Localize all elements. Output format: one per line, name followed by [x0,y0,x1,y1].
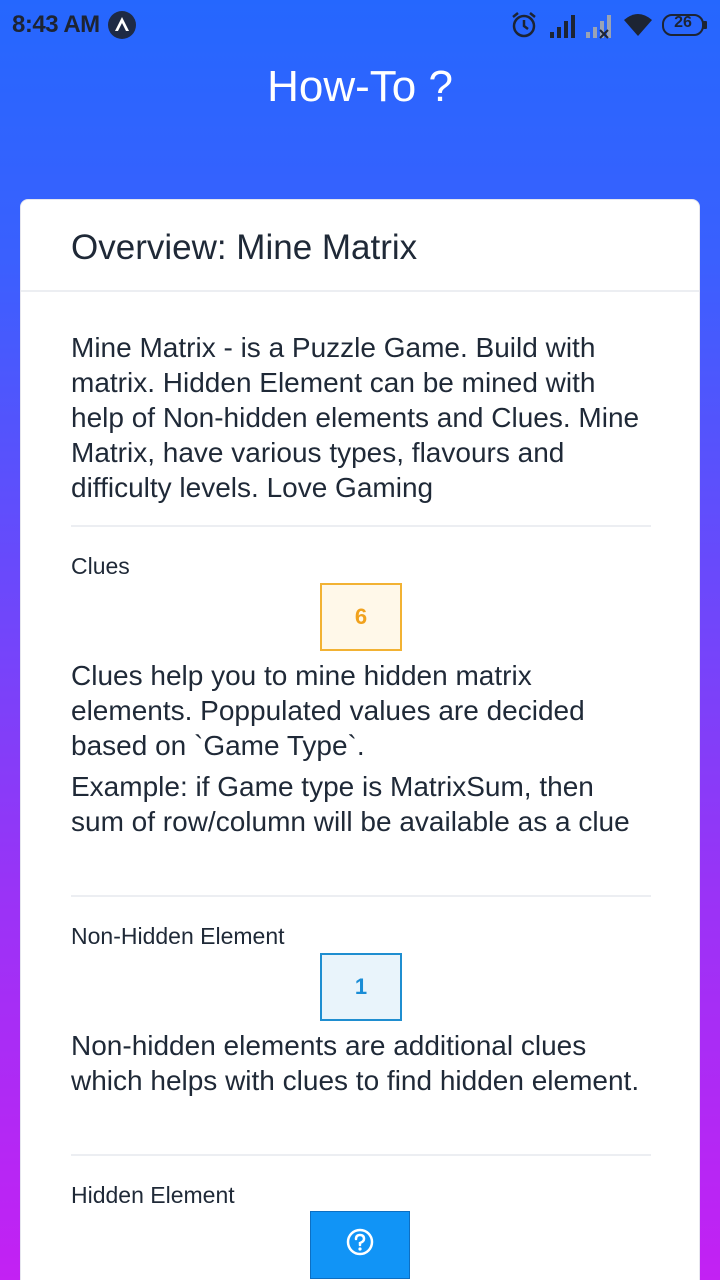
app-notification-icon [108,11,136,39]
question-circle-icon [345,1227,375,1263]
wifi-icon [622,10,654,47]
battery-icon: 26 [662,13,708,44]
hidden-cell[interactable] [310,1211,410,1279]
status-bar: 8:43 AM 26 [0,0,720,50]
section-title-clues: Clues [71,553,130,579]
divider [71,895,651,897]
section-title-non-hidden: Non-Hidden Element [71,923,285,949]
section-title-hidden: Hidden Element [71,1182,235,1208]
card-title: Overview: Mine Matrix [21,200,699,292]
clue-cell: 6 [320,583,402,651]
divider [71,1154,651,1156]
signal-icon [548,10,578,47]
status-time: 8:43 AM [12,11,100,38]
alarm-icon [510,10,538,47]
clues-description: Clues help you to mine hidden matrix ele… [71,660,585,761]
non-hidden-description: Non-hidden elements are additional clues… [71,1030,640,1096]
intro-text: Mine Matrix - is a Puzzle Game. Build wi… [71,332,640,503]
page-title: How-To ? [267,62,453,111]
signal-x-icon [584,10,614,47]
battery-level: 26 [674,14,692,31]
divider [71,525,651,527]
overview-card: Overview: Mine Matrix Mine Matrix - is a… [20,199,700,1280]
non-hidden-cell: 1 [320,953,402,1021]
clues-example: Example: if Game type is MatrixSum, then… [71,771,630,837]
